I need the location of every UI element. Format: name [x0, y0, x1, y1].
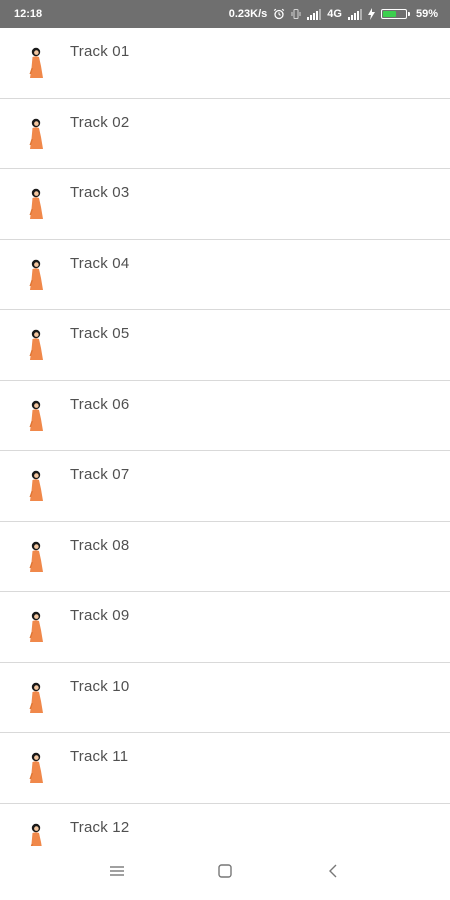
track-title: Track 04	[70, 254, 130, 272]
artist-figure-icon	[26, 117, 46, 151]
battery-fill	[382, 11, 396, 17]
artist-figure-icon	[26, 399, 46, 433]
track-title: Track 06	[70, 395, 130, 413]
track-title: Track 08	[70, 536, 130, 554]
track-title: Track 12	[70, 818, 130, 836]
track-row[interactable]: Track 10	[0, 662, 450, 733]
back-button[interactable]	[319, 859, 347, 887]
track-title: Track 05	[70, 325, 130, 342]
track-row[interactable]: Track 02	[0, 98, 450, 169]
track-title: Track 01	[70, 43, 130, 60]
artist-figure-icon	[26, 258, 46, 292]
track-row[interactable]: Track 09	[0, 592, 450, 663]
home-button[interactable]	[211, 859, 239, 887]
track-title: Track 10	[70, 677, 130, 695]
network-type: 4G	[327, 8, 342, 20]
track-row[interactable]: Track 06	[0, 380, 450, 451]
artist-figure-icon	[26, 469, 46, 503]
track-title: Track 02	[70, 113, 130, 131]
track-row[interactable]: Track 12	[0, 803, 450, 846]
charging-icon	[367, 8, 375, 20]
vibrate-icon	[291, 8, 301, 20]
track-row[interactable]: Track 03	[0, 169, 450, 240]
status-bar: 12:18 0.23K/s 4G 59%	[0, 0, 450, 28]
track-list: Track 01 Track 02 Track 03 Track 04 Track 05…	[0, 28, 450, 846]
home-square-icon	[218, 863, 232, 883]
track-row[interactable]: Track 05	[0, 310, 450, 381]
track-row[interactable]: Track 11	[0, 733, 450, 804]
artist-figure-icon	[26, 540, 46, 574]
artist-figure-icon	[26, 187, 46, 221]
track-title: Track 07	[70, 466, 130, 483]
navigation-bar	[0, 846, 450, 900]
battery-icon	[380, 9, 410, 19]
artist-figure-icon	[26, 751, 46, 785]
menu-button[interactable]	[103, 859, 131, 887]
status-time: 12:18	[14, 8, 43, 20]
signal-icon	[347, 8, 362, 20]
track-title: Track 03	[70, 184, 130, 201]
battery-percent: 59%	[415, 8, 438, 20]
back-chevron-icon	[328, 864, 338, 883]
alarm-icon	[273, 8, 285, 20]
artist-figure-icon	[26, 328, 46, 362]
track-row[interactable]: Track 01	[0, 28, 450, 99]
track-title: Track 09	[70, 607, 130, 624]
track-row[interactable]: Track 08	[0, 521, 450, 592]
track-row[interactable]: Track 04	[0, 239, 450, 310]
signal-icon	[307, 8, 322, 20]
network-speed: 0.23K/s	[228, 8, 268, 20]
artist-figure-icon	[26, 46, 46, 80]
artist-figure-icon	[26, 822, 46, 846]
artist-figure-icon	[26, 610, 46, 644]
menu-icon	[110, 864, 124, 882]
track-row[interactable]: Track 07	[0, 451, 450, 522]
artist-figure-icon	[26, 681, 46, 715]
track-title: Track 11	[70, 748, 129, 765]
